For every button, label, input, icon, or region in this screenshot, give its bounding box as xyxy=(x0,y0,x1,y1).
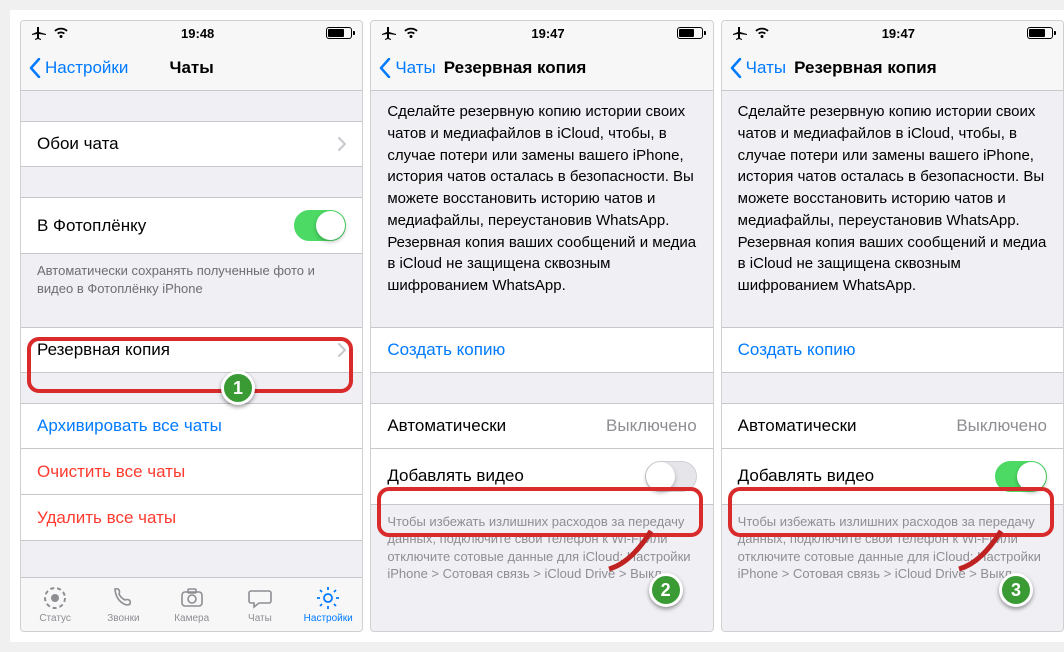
cell-auto-backup[interactable]: Автоматически Выключено xyxy=(371,403,712,449)
cell-label: Автоматически xyxy=(387,416,506,436)
wifi-icon xyxy=(53,27,69,39)
cell-delete-all[interactable]: Удалить все чаты xyxy=(21,495,362,541)
wifi-icon xyxy=(754,27,770,39)
camera-icon xyxy=(179,585,205,611)
back-button[interactable]: Чаты xyxy=(379,58,435,78)
tab-label: Чаты xyxy=(248,613,272,624)
cell-create-backup[interactable]: Создать копию xyxy=(371,327,712,373)
cell-label: Создать копию xyxy=(387,340,505,360)
battery-icon xyxy=(326,27,352,39)
status-icon xyxy=(42,585,68,611)
tab-bar: Статус Звонки Камера Чаты Настройки xyxy=(21,577,362,631)
cell-value: Выключено xyxy=(956,416,1047,436)
tab-label: Звонки xyxy=(107,613,139,624)
chevron-right-icon xyxy=(338,137,346,151)
switch-save-camera-roll[interactable] xyxy=(294,210,346,241)
cell-backup[interactable]: Резервная копия xyxy=(21,327,362,373)
status-time: 19:47 xyxy=(770,26,1027,41)
backup-tip: Чтобы избежать излишних расходов за пере… xyxy=(722,505,1063,583)
cell-label: Резервная копия xyxy=(37,340,170,360)
chat-icon xyxy=(247,585,273,611)
cell-wallpaper[interactable]: Обои чата xyxy=(21,121,362,167)
battery-icon xyxy=(677,27,703,39)
cell-label: В Фотоплёнку xyxy=(37,216,146,236)
battery-icon xyxy=(1027,27,1053,39)
backup-tip: Чтобы избежать излишних расходов за пере… xyxy=(371,505,712,583)
back-label: Настройки xyxy=(45,58,128,78)
status-time: 19:47 xyxy=(419,26,676,41)
tab-label: Настройки xyxy=(304,613,353,624)
tab-chats[interactable]: Чаты xyxy=(226,578,294,631)
nav-bar: Настройки Чаты xyxy=(21,45,362,91)
tab-calls[interactable]: Звонки xyxy=(89,578,157,631)
status-bar: 19:47 xyxy=(722,21,1063,45)
chevron-left-icon xyxy=(730,58,742,78)
airplane-icon xyxy=(732,26,748,40)
nav-bar: Чаты Резервная копия xyxy=(722,45,1063,91)
backup-description: Сделайте резервную копию истории своих ч… xyxy=(722,91,1063,297)
tab-label: Статус xyxy=(39,613,71,624)
gear-icon xyxy=(315,585,341,611)
phone-icon xyxy=(110,585,136,611)
nav-title: Чаты xyxy=(170,58,214,78)
tab-status[interactable]: Статус xyxy=(21,578,89,631)
scroll-content: Сделайте резервную копию истории своих ч… xyxy=(722,91,1063,631)
cell-label: Обои чата xyxy=(37,134,119,154)
back-label: Чаты xyxy=(395,58,435,78)
chevron-left-icon xyxy=(379,58,391,78)
camera-roll-footnote: Автоматически сохранять полученные фото … xyxy=(21,254,362,297)
wifi-icon xyxy=(403,27,419,39)
status-bar: 19:47 xyxy=(371,21,712,45)
tab-camera[interactable]: Камера xyxy=(158,578,226,631)
scroll-content: Сделайте резервную копию истории своих ч… xyxy=(371,91,712,631)
cell-label: Автоматически xyxy=(738,416,857,436)
back-button[interactable]: Чаты xyxy=(730,58,786,78)
three-screenshots-container: 19:48 Настройки Чаты Обои чата В Фотоп xyxy=(10,10,1064,642)
scroll-content: Обои чата В Фотоплёнку Автоматически сох… xyxy=(21,91,362,577)
cell-label: Добавлять видео xyxy=(738,466,874,486)
cell-label: Создать копию xyxy=(738,340,856,360)
cell-auto-backup[interactable]: Автоматически Выключено xyxy=(722,403,1063,449)
cell-value: Выключено xyxy=(606,416,697,436)
cell-archive-all[interactable]: Архивировать все чаты xyxy=(21,403,362,449)
screen-chats-settings: 19:48 Настройки Чаты Обои чата В Фотоп xyxy=(20,20,363,632)
status-bar: 19:48 xyxy=(21,21,362,45)
switch-include-video[interactable] xyxy=(995,461,1047,492)
back-label: Чаты xyxy=(746,58,786,78)
status-time: 19:48 xyxy=(69,26,326,41)
tab-settings[interactable]: Настройки xyxy=(294,578,362,631)
cell-label: Добавлять видео xyxy=(387,466,523,486)
cell-label: Архивировать все чаты xyxy=(37,416,222,436)
cell-label: Очистить все чаты xyxy=(37,462,185,482)
back-button[interactable]: Настройки xyxy=(29,58,128,78)
cell-create-backup[interactable]: Создать копию xyxy=(722,327,1063,373)
screen-backup-video-on: 19:47 Чаты Резервная копия Сделайте резе… xyxy=(721,20,1064,632)
screen-backup-video-off: 19:47 Чаты Резервная копия Сделайте резе… xyxy=(370,20,713,632)
nav-title: Резервная копия xyxy=(794,58,937,78)
cell-include-video[interactable]: Добавлять видео xyxy=(722,449,1063,505)
cell-save-camera-roll[interactable]: В Фотоплёнку xyxy=(21,197,362,254)
chevron-right-icon xyxy=(338,343,346,357)
tab-label: Камера xyxy=(174,613,209,624)
cell-clear-all[interactable]: Очистить все чаты xyxy=(21,449,362,495)
airplane-icon xyxy=(31,26,47,40)
backup-description: Сделайте резервную копию истории своих ч… xyxy=(371,91,712,297)
cell-include-video[interactable]: Добавлять видео xyxy=(371,449,712,505)
airplane-icon xyxy=(381,26,397,40)
nav-title: Резервная копия xyxy=(444,58,587,78)
nav-bar: Чаты Резервная копия xyxy=(371,45,712,91)
switch-include-video[interactable] xyxy=(645,461,697,492)
cell-label: Удалить все чаты xyxy=(37,508,176,528)
chevron-left-icon xyxy=(29,58,41,78)
